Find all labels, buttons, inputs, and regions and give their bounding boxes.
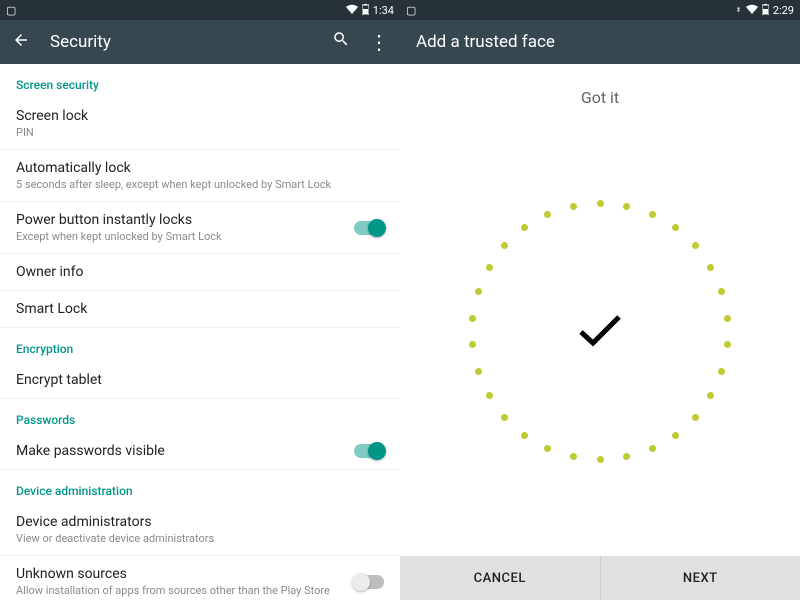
- picture-icon: ▢: [406, 5, 416, 16]
- status-bar-left: ▢ 1:34: [0, 0, 400, 20]
- settings-list: Screen security Screen lock PIN Automatical…: [0, 64, 400, 600]
- row-text: Owner info: [16, 264, 384, 280]
- screen-trusted-face: ▢ 2:29 Add a trusted face Got it: [400, 0, 800, 600]
- progress-dot: [623, 453, 630, 460]
- settings-row[interactable]: Encrypt tablet: [0, 362, 400, 399]
- row-subtitle: View or deactivate device administrators: [16, 532, 384, 545]
- row-text: Unknown sources Allow installation of app…: [16, 566, 354, 597]
- page-title: Security: [50, 32, 330, 52]
- progress-dot: [672, 432, 679, 439]
- settings-row[interactable]: Owner info: [0, 254, 400, 291]
- progress-dot: [649, 211, 656, 218]
- battery-icon: [362, 4, 369, 17]
- gotit-label: Got it: [400, 88, 800, 107]
- section-header: Device administration: [0, 470, 400, 504]
- progress-dot: [707, 392, 714, 399]
- face-capture-area: [400, 107, 800, 556]
- progress-dot: [486, 392, 493, 399]
- progress-dot: [724, 341, 731, 348]
- progress-dot-circle: [470, 202, 730, 462]
- wifi-icon: [346, 4, 358, 16]
- progress-dot: [570, 203, 577, 210]
- settings-row[interactable]: Smart Lock: [0, 291, 400, 328]
- progress-dot: [475, 288, 482, 295]
- progress-dot: [597, 456, 604, 463]
- progress-dot: [649, 445, 656, 452]
- progress-dot: [521, 224, 528, 231]
- toggle-switch[interactable]: [354, 575, 384, 589]
- progress-dot: [501, 242, 508, 249]
- row-title: Encrypt tablet: [16, 372, 384, 388]
- settings-row[interactable]: Make passwords visible: [0, 433, 400, 470]
- row-text: Device administrators View or deactivate …: [16, 514, 384, 545]
- battery-icon: [762, 4, 769, 17]
- progress-dot: [469, 341, 476, 348]
- search-icon[interactable]: [330, 30, 352, 54]
- screen-security: ▢ 1:34 Security ⋮: [0, 0, 400, 600]
- progress-dot: [724, 315, 731, 322]
- row-text: Make passwords visible: [16, 443, 354, 459]
- row-title: Smart Lock: [16, 301, 384, 317]
- settings-row[interactable]: Automatically lock 5 seconds after sleep,…: [0, 150, 400, 202]
- progress-dot: [544, 211, 551, 218]
- row-text: Encrypt tablet: [16, 372, 384, 388]
- progress-dot: [501, 414, 508, 421]
- progress-dot: [486, 264, 493, 271]
- row-subtitle: Allow installation of apps from sources …: [16, 584, 354, 597]
- progress-dot: [672, 224, 679, 231]
- progress-dot: [623, 203, 630, 210]
- progress-dot: [521, 432, 528, 439]
- progress-dot: [544, 445, 551, 452]
- row-title: Screen lock: [16, 108, 384, 124]
- row-title: Automatically lock: [16, 160, 384, 176]
- settings-row[interactable]: Power button instantly locks Except when …: [0, 202, 400, 254]
- section-header: Passwords: [0, 399, 400, 433]
- overflow-menu-icon[interactable]: ⋮: [368, 30, 390, 54]
- toggle-switch[interactable]: [354, 444, 384, 458]
- wifi-icon: [746, 4, 758, 16]
- progress-dot: [718, 288, 725, 295]
- status-bar-right: ▢ 2:29: [400, 0, 800, 20]
- bluetooth-icon: [735, 4, 742, 17]
- row-subtitle: PIN: [16, 126, 384, 139]
- section-header: Screen security: [0, 64, 400, 98]
- progress-dot: [570, 453, 577, 460]
- settings-row[interactable]: Device administrators View or deactivate …: [0, 504, 400, 556]
- row-title: Device administrators: [16, 514, 384, 530]
- cancel-button[interactable]: CANCEL: [400, 556, 600, 600]
- row-title: Owner info: [16, 264, 384, 280]
- status-clock-left: 1:34: [373, 4, 394, 17]
- progress-dot: [597, 200, 604, 207]
- picture-icon: ▢: [6, 5, 16, 16]
- row-text: Power button instantly locks Except when …: [16, 212, 354, 243]
- face-capture-body: Got it CANCEL NEXT: [400, 64, 800, 600]
- next-button[interactable]: NEXT: [600, 556, 800, 600]
- checkmark-icon: [575, 310, 625, 354]
- progress-dot: [707, 264, 714, 271]
- bottom-bar: CANCEL NEXT: [400, 556, 800, 600]
- progress-dot: [718, 368, 725, 375]
- progress-dot: [692, 414, 699, 421]
- toggle-switch[interactable]: [354, 221, 384, 235]
- progress-dot: [692, 242, 699, 249]
- row-title: Make passwords visible: [16, 443, 354, 459]
- row-text: Automatically lock 5 seconds after sleep,…: [16, 160, 384, 191]
- row-subtitle: Except when kept unlocked by Smart Lock: [16, 230, 354, 243]
- row-text: Screen lock PIN: [16, 108, 384, 139]
- progress-dot: [469, 315, 476, 322]
- row-subtitle: 5 seconds after sleep, except when kept …: [16, 178, 384, 191]
- appbar-security: Security ⋮: [0, 20, 400, 64]
- settings-row[interactable]: Unknown sources Allow installation of app…: [0, 556, 400, 600]
- appbar-trusted-face: Add a trusted face: [400, 20, 800, 64]
- row-title: Unknown sources: [16, 566, 354, 582]
- page-title: Add a trusted face: [416, 32, 790, 52]
- status-clock-right: 2:29: [773, 4, 794, 17]
- row-title: Power button instantly locks: [16, 212, 354, 228]
- section-header: Encryption: [0, 328, 400, 362]
- back-icon[interactable]: [10, 31, 32, 54]
- progress-dot: [475, 368, 482, 375]
- row-text: Smart Lock: [16, 301, 384, 317]
- settings-row[interactable]: Screen lock PIN: [0, 98, 400, 150]
